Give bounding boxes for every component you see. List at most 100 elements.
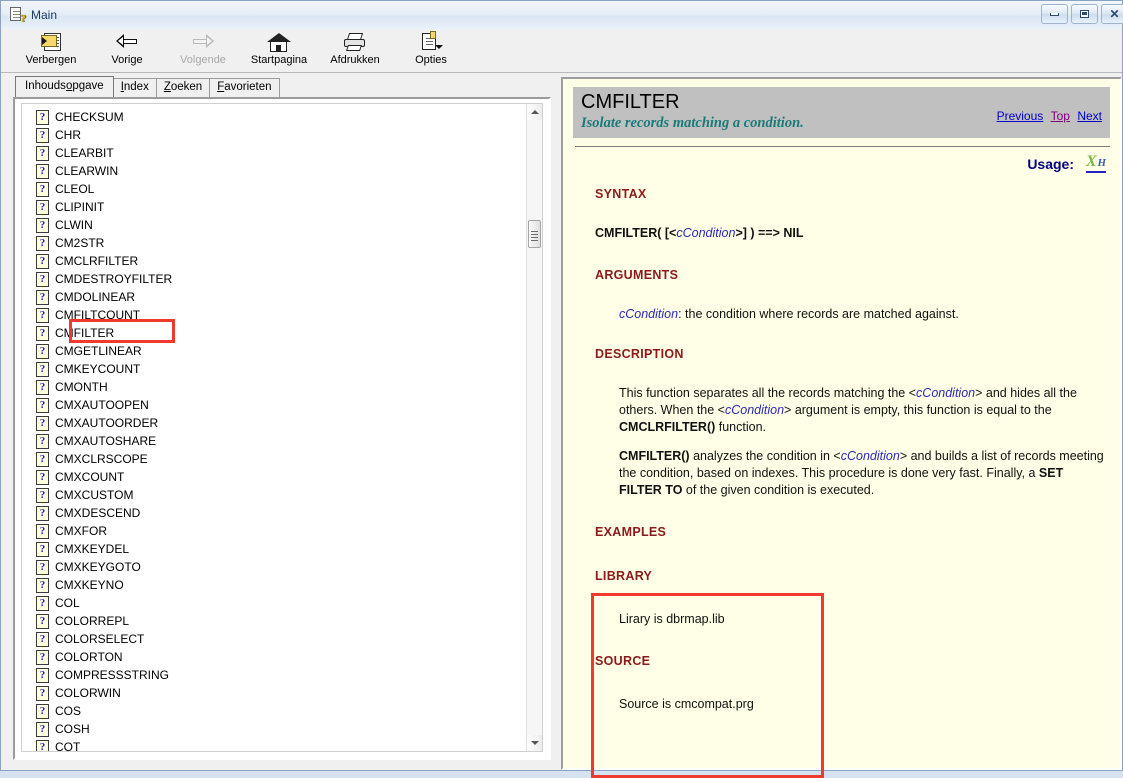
tab-favorieten[interactable]: Favorieten	[209, 78, 280, 97]
toolbar-label-volgende: Volgende	[180, 54, 226, 66]
tree-item-colorselect[interactable]: COLORSELECT	[36, 630, 526, 648]
next-link[interactable]: Next	[1077, 109, 1102, 123]
top-link[interactable]: Top	[1051, 109, 1070, 123]
tree-item-cmxcustom[interactable]: CMXCUSTOM	[36, 486, 526, 504]
tree-item-cmxkeygoto[interactable]: CMXKEYGOTO	[36, 558, 526, 576]
tree-item-col[interactable]: COL	[36, 594, 526, 612]
tree-item-cmonth[interactable]: CMONTH	[36, 378, 526, 396]
previous-link[interactable]: Previous	[997, 109, 1044, 123]
help-topic-icon	[36, 199, 49, 215]
tree-item-label: COLORWIN	[55, 685, 121, 700]
contents-tree[interactable]: CHECKSUM CHR CLEARBIT CLEARWIN CLEOL CLIPINIT…	[21, 103, 543, 752]
toolbar-label-opties: Opties	[415, 54, 447, 66]
tree-item-clearwin[interactable]: CLEARWIN	[36, 162, 526, 180]
tree-item-cmdestroyfilter[interactable]: CMDESTROYFILTER	[36, 270, 526, 288]
desc-p2-bold: CMFILTER()	[619, 449, 690, 463]
tree-item-cmxautoopen[interactable]: CMXAUTOOPEN	[36, 396, 526, 414]
help-topic-icon	[36, 631, 49, 647]
window-title: Main	[31, 8, 58, 22]
desc-p2-c: of the given condition is executed.	[682, 483, 875, 497]
tree-item-label: CMXAUTOORDER	[55, 415, 159, 430]
content-scroll-area[interactable]: CMFILTER Isolate records matching a cond…	[563, 79, 1120, 768]
tree-item-cos[interactable]: COS	[36, 702, 526, 720]
tree-item-cmxkeyno[interactable]: CMXKEYNO	[36, 576, 526, 594]
tree-item-label: CHECKSUM	[55, 109, 124, 124]
title-bar: ? Main ✕	[1, 1, 1123, 29]
tree-item-label: CLIPINIT	[55, 199, 105, 214]
tree-item-cmxfor[interactable]: CMXFOR	[36, 522, 526, 540]
arguments-body: cCondition: the condition where records …	[619, 306, 1108, 323]
tree-item-cmxautoorder[interactable]: CMXAUTOORDER	[36, 414, 526, 432]
document-nav-links: Previous Top Next	[993, 91, 1102, 123]
header-divider	[575, 146, 1110, 147]
arguments-variable: cCondition	[619, 307, 679, 321]
contents-tree-list: CHECKSUM CHR CLEARBIT CLEARWIN CLEOL CLIPINIT…	[22, 104, 526, 751]
tree-item-cmgetlinear[interactable]: CMGETLINEAR	[36, 342, 526, 360]
tree-item-clwin[interactable]: CLWIN	[36, 216, 526, 234]
tree-item-clipinit[interactable]: CLIPINIT	[36, 198, 526, 216]
help-topic-icon	[36, 397, 49, 413]
tree-item-cmfilter[interactable]: CMFILTER	[36, 324, 526, 342]
back-arrow-icon	[114, 31, 140, 53]
contents-tree-scroll-thumb[interactable]	[528, 220, 541, 248]
tree-item-cosh[interactable]: COSH	[36, 720, 526, 738]
tree-item-cmfiltcount[interactable]: CMFILTCOUNT	[36, 306, 526, 324]
tree-item-label: CMXCLRSCOPE	[55, 451, 148, 466]
tree-item-cmxdescend[interactable]: CMXDESCEND	[36, 504, 526, 522]
toolbar-button-afdrukken[interactable]: Afdrukken	[317, 29, 393, 71]
toolbar-button-startpagina[interactable]: Startpagina	[241, 29, 317, 71]
tree-item-label: CMKEYCOUNT	[55, 361, 141, 376]
tree-item-label: CMCLRFILTER	[55, 253, 139, 268]
section-heading-source: SOURCE	[595, 654, 651, 668]
tree-item-chr[interactable]: CHR	[36, 126, 526, 144]
help-topic-icon	[36, 667, 49, 683]
source-text: Source is cmcompat.prg	[619, 697, 754, 711]
toolbar-button-opties[interactable]: Opties	[393, 29, 469, 71]
tree-item-clearbit[interactable]: CLEARBIT	[36, 144, 526, 162]
help-topic-icon	[36, 289, 49, 305]
close-button[interactable]: ✕	[1101, 4, 1123, 24]
scroll-down-arrow-icon[interactable]	[527, 735, 542, 751]
tree-item-colorton[interactable]: COLORTON	[36, 648, 526, 666]
tree-item-cmclrfilter[interactable]: CMCLRFILTER	[36, 252, 526, 270]
tree-item-label: CMXAUTOSHARE	[55, 433, 157, 448]
section-heading-description: DESCRIPTION	[595, 347, 684, 361]
toolbar-button-vorige[interactable]: Vorige	[89, 29, 165, 71]
desc-p1-c: > argument is empty, this function is eq…	[784, 403, 1052, 417]
usage-row: Usage: XH	[563, 154, 1106, 173]
scroll-up-arrow-icon[interactable]	[527, 104, 542, 120]
tree-item-cmxkeydel[interactable]: CMXKEYDEL	[36, 540, 526, 558]
contents-tree-scroll-track[interactable]	[527, 120, 542, 735]
tree-item-colorrepl[interactable]: COLORREPL	[36, 612, 526, 630]
tree-item-cot[interactable]: COT	[36, 738, 526, 751]
help-topic-icon	[36, 181, 49, 197]
toolbar-button-verbergen[interactable]: Verbergen	[13, 29, 89, 71]
minimize-button[interactable]	[1041, 4, 1068, 24]
tree-item-compressstring[interactable]: COMPRESSSTRING	[36, 666, 526, 684]
tree-item-label: CMXCOUNT	[55, 469, 125, 484]
help-document: CMFILTER Isolate records matching a cond…	[563, 87, 1120, 753]
tab-index[interactable]: Index	[112, 78, 157, 97]
tree-item-cmdolinear[interactable]: CMDOLINEAR	[36, 288, 526, 306]
tree-item-label: CLEARWIN	[55, 163, 119, 178]
tree-item-cmxclrscope[interactable]: CMXCLRSCOPE	[36, 450, 526, 468]
help-topic-icon	[36, 541, 49, 557]
tree-item-cmxautoshare[interactable]: CMXAUTOSHARE	[36, 432, 526, 450]
tree-item-checksum[interactable]: CHECKSUM	[36, 108, 526, 126]
xharbour-logo-icon[interactable]: XH	[1086, 154, 1106, 173]
contents-tree-scrollbar[interactable]	[526, 104, 542, 751]
toolbar-label-vorige: Vorige	[111, 54, 143, 66]
tree-item-label: COMPRESSSTRING	[55, 667, 170, 682]
tree-item-cmxcount[interactable]: CMXCOUNT	[36, 468, 526, 486]
tree-item-cleol[interactable]: CLEOL	[36, 180, 526, 198]
tree-item-label: CMFILTER	[55, 325, 115, 340]
tree-item-cmkeycount[interactable]: CMKEYCOUNT	[36, 360, 526, 378]
tree-item-cm2str[interactable]: CM2STR	[36, 234, 526, 252]
restore-button[interactable]	[1071, 4, 1098, 24]
tree-item-label: COLORTON	[55, 649, 123, 664]
tab-inhoudsopgave[interactable]: Inhoudsopgave	[15, 76, 114, 97]
tree-item-label: CMXKEYNO	[55, 577, 124, 592]
tree-item-label: COT	[55, 739, 81, 752]
tab-zoeken[interactable]: Zoeken	[155, 78, 211, 97]
tree-item-colorwin[interactable]: COLORWIN	[36, 684, 526, 702]
